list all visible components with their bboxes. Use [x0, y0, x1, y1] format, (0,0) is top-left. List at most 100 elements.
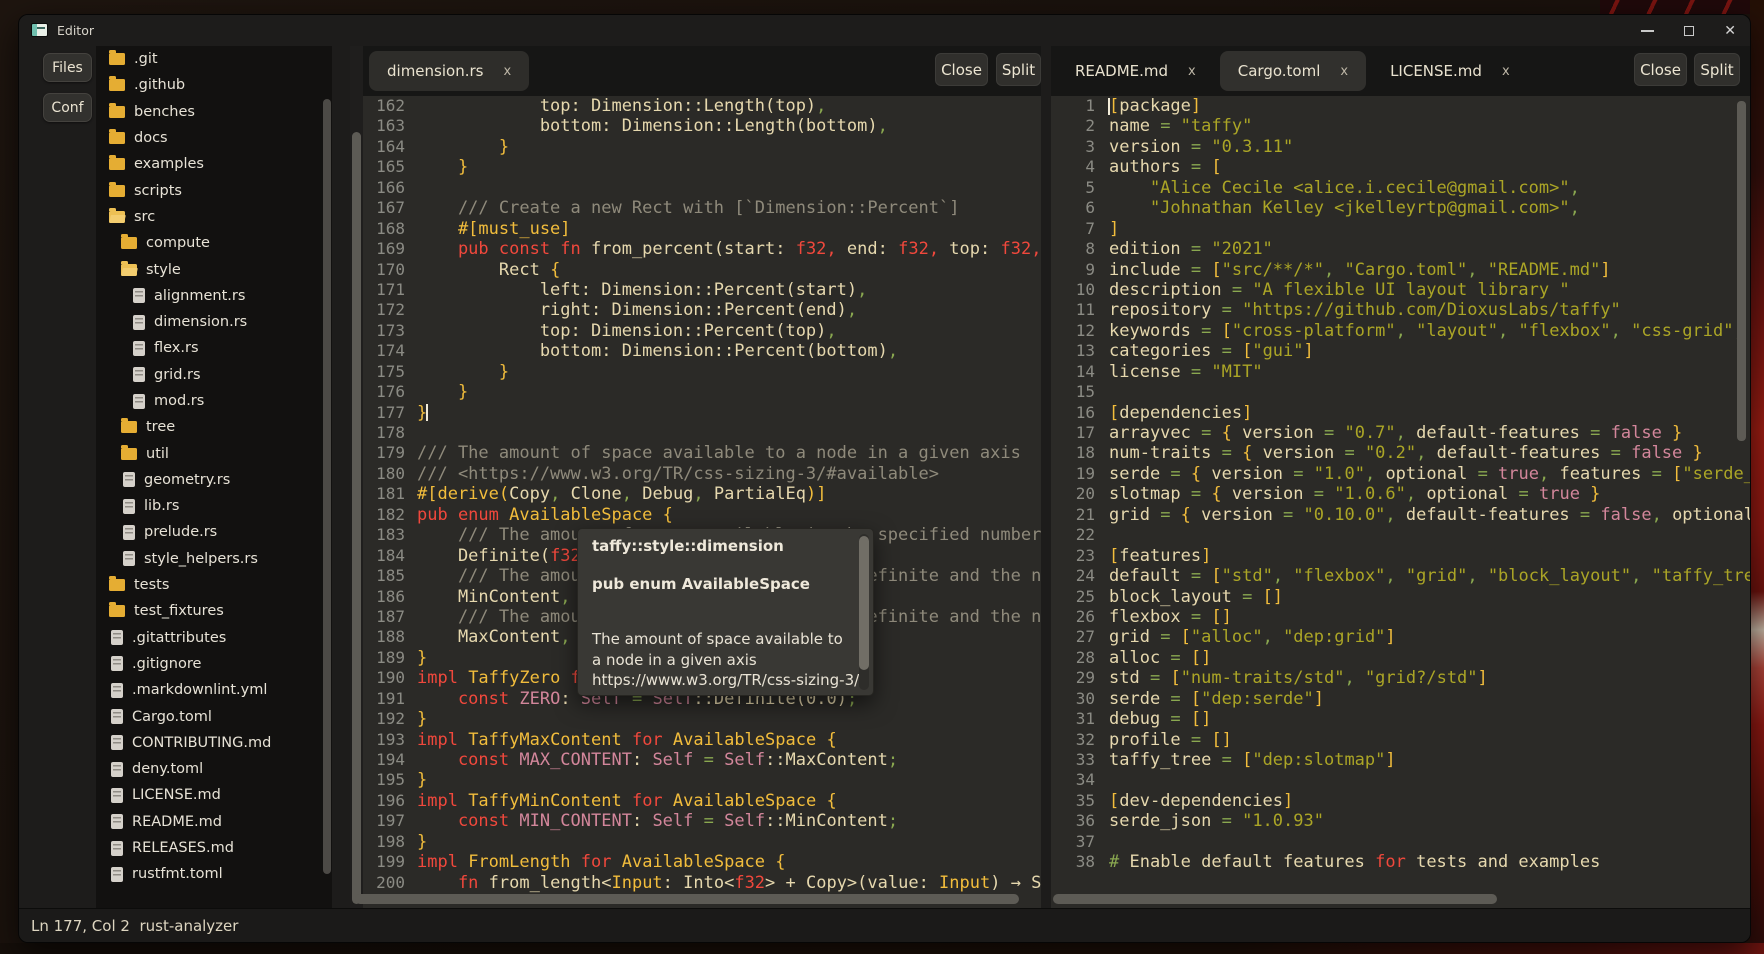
code-line[interactable]: 178	[363, 423, 1041, 443]
tree-item-readme-md[interactable]: README.md	[96, 809, 332, 835]
code-line[interactable]: 37	[1051, 832, 1751, 852]
tree-item-docs[interactable]: docs	[96, 125, 332, 151]
code-line[interactable]: 6 "Johnathan Kelley <jkelleyrtp@gmail.co…	[1051, 198, 1751, 218]
code-line[interactable]: 167 /// Create a new Rect with [`Dimensi…	[363, 198, 1041, 218]
code-line[interactable]: 12keywords = ["cross-platform", "layout"…	[1051, 321, 1751, 341]
code-line[interactable]: 32profile = []	[1051, 730, 1751, 750]
code-line[interactable]: 200 fn from_length<Input: Into<f32> + Co…	[363, 873, 1041, 893]
right-pane-split-button[interactable]: Split	[1694, 53, 1740, 86]
code-line[interactable]: 27grid = ["alloc", "dep:grid"]	[1051, 627, 1751, 647]
code-line[interactable]: 164 }	[363, 137, 1041, 157]
code-line[interactable]: 175 }	[363, 362, 1041, 382]
tab-cargo-toml[interactable]: Cargo.tomlx	[1220, 51, 1366, 91]
code-line[interactable]: 14license = "MIT"	[1051, 362, 1751, 382]
tree-item-lib-rs[interactable]: lib.rs	[96, 493, 332, 519]
code-line[interactable]: 18num-traits = { version = "0.2", defaul…	[1051, 443, 1751, 463]
code-line[interactable]: 180/// <https://www.w3.org/TR/css-sizing…	[363, 464, 1041, 484]
tree-item-mod-rs[interactable]: mod.rs	[96, 388, 332, 414]
tree-item-geometry-rs[interactable]: geometry.rs	[96, 467, 332, 493]
tree-item-flex-rs[interactable]: flex.rs	[96, 335, 332, 361]
left-pane-split-button[interactable]: Split	[996, 53, 1041, 86]
left-editor-scrollbar-track[interactable]	[350, 46, 363, 908]
tree-item-releases-md[interactable]: RELEASES.md	[96, 835, 332, 861]
code-line[interactable]: 31debug = []	[1051, 709, 1751, 729]
right-editor-scrollbar-thumb[interactable]	[1737, 101, 1746, 441]
tree-item-util[interactable]: util	[96, 440, 332, 466]
tree-item-license-md[interactable]: LICENSE.md	[96, 782, 332, 808]
code-line[interactable]: 165 }	[363, 157, 1041, 177]
tab-close-icon[interactable]: x	[1340, 64, 1348, 79]
code-line[interactable]: 163 bottom: Dimension::Length(bottom),	[363, 116, 1041, 136]
code-line[interactable]: 25block_layout = []	[1051, 587, 1751, 607]
popup-doc-link[interactable]: https://www.w3.org/TR/css-sizing-3/	[592, 671, 859, 689]
tree-item-dimension-rs[interactable]: dimension.rs	[96, 309, 332, 335]
maximize-button[interactable]	[1684, 26, 1694, 36]
code-line[interactable]: 194 const MAX_CONTENT: Self = Self::MaxC…	[363, 750, 1041, 770]
code-line[interactable]: 36serde_json = "1.0.93"	[1051, 811, 1751, 831]
tab-close-icon[interactable]: x	[1502, 64, 1510, 79]
code-line[interactable]: 172 right: Dimension::Percent(end),	[363, 300, 1041, 320]
left-editor-scrollbar-thumb[interactable]	[352, 132, 361, 904]
minimize-button[interactable]	[1641, 30, 1654, 32]
tree-item-tree[interactable]: tree	[96, 414, 332, 440]
code-line[interactable]: 23[features]	[1051, 546, 1751, 566]
code-line[interactable]: 169 pub const fn from_percent(start: f32…	[363, 239, 1041, 259]
tree-item-style[interactable]: style	[96, 256, 332, 282]
code-line[interactable]: 166	[363, 178, 1041, 198]
code-line[interactable]: 9include = ["src/**/*", "Cargo.toml", "R…	[1051, 260, 1751, 280]
tree-item-alignment-rs[interactable]: alignment.rs	[96, 283, 332, 309]
code-line[interactable]: 7]	[1051, 219, 1751, 239]
code-line[interactable]: 8edition = "2021"	[1051, 239, 1751, 259]
tree-item--markdownlint-yml[interactable]: .markdownlint.yml	[96, 677, 332, 703]
code-line[interactable]: 5 "Alice Cecile <alice.i.cecile@gmail.co…	[1051, 178, 1751, 198]
right-editor-hscrollbar[interactable]	[1053, 894, 1497, 904]
right-pane-close-button[interactable]: Close	[1634, 53, 1687, 86]
code-line[interactable]: 15	[1051, 382, 1751, 402]
code-line[interactable]: 19serde = { version = "1.0", optional = …	[1051, 464, 1751, 484]
code-line[interactable]: 162 top: Dimension::Length(top),	[363, 96, 1041, 116]
code-line[interactable]: 20slotmap = { version = "1.0.6", optiona…	[1051, 484, 1751, 504]
tree-item-rustfmt-toml[interactable]: rustfmt.toml	[96, 861, 332, 887]
code-line[interactable]: 17arrayvec = { version = "0.7", default-…	[1051, 423, 1751, 443]
code-line[interactable]: 173 top: Dimension::Percent(top),	[363, 321, 1041, 341]
tree-item--github[interactable]: .github	[96, 72, 332, 98]
file-tree-scrollbar[interactable]	[323, 99, 331, 874]
tree-item-test-fixtures[interactable]: test_fixtures	[96, 598, 332, 624]
code-line[interactable]: 2name = "taffy"	[1051, 116, 1751, 136]
tab-license-md[interactable]: LICENSE.mdx	[1372, 51, 1528, 91]
code-line[interactable]: 28alloc = []	[1051, 648, 1751, 668]
code-line[interactable]: 196impl TaffyMinContent for AvailableSpa…	[363, 791, 1041, 811]
code-line[interactable]: 174 bottom: Dimension::Percent(bottom),	[363, 341, 1041, 361]
tree-item--git[interactable]: .git	[96, 46, 332, 72]
code-line[interactable]: 170 Rect {	[363, 260, 1041, 280]
code-line[interactable]: 176 }	[363, 382, 1041, 402]
left-pane-close-button[interactable]: Close	[935, 53, 988, 86]
right-code-editor[interactable]: 1[package]2name = "taffy"3version = "0.3…	[1051, 96, 1751, 908]
code-line[interactable]: 1[package]	[1051, 96, 1751, 116]
code-line[interactable]: 177}	[363, 403, 1041, 423]
code-line[interactable]: 197 const MIN_CONTENT: Self = Self::MinC…	[363, 811, 1041, 831]
code-line[interactable]: 13categories = ["gui"]	[1051, 341, 1751, 361]
code-line[interactable]: 35[dev-dependencies]	[1051, 791, 1751, 811]
code-line[interactable]: 4authors = [	[1051, 157, 1751, 177]
tab-readme-md[interactable]: README.mdx	[1057, 51, 1214, 91]
close-window-button[interactable]: ✕	[1724, 24, 1736, 38]
tab-dimension-rs[interactable]: dimension.rs x	[369, 51, 529, 91]
code-line[interactable]: 38# Enable default features for tests an…	[1051, 852, 1751, 872]
left-code-editor[interactable]: 162 top: Dimension::Length(top),163 bott…	[363, 96, 1041, 908]
code-line[interactable]: 168 #[must_use]	[363, 219, 1041, 239]
tree-item--gitignore[interactable]: .gitignore	[96, 651, 332, 677]
tree-item-tests[interactable]: tests	[96, 572, 332, 598]
left-editor-hscrollbar[interactable]	[355, 894, 1019, 904]
code-line[interactable]: 21grid = { version = "0.10.0", default-f…	[1051, 505, 1751, 525]
code-line[interactable]: 34	[1051, 770, 1751, 790]
code-line[interactable]: 199impl FromLength for AvailableSpace {	[363, 852, 1041, 872]
code-line[interactable]: 179/// The amount of space available to …	[363, 443, 1041, 463]
tree-item-cargo-toml[interactable]: Cargo.toml	[96, 703, 332, 729]
code-line[interactable]: 33taffy_tree = ["dep:slotmap"]	[1051, 750, 1751, 770]
tree-item-prelude-rs[interactable]: prelude.rs	[96, 519, 332, 545]
tab-close-icon[interactable]: x	[503, 64, 511, 79]
tree-item-grid-rs[interactable]: grid.rs	[96, 362, 332, 388]
tree-item-src[interactable]: src	[96, 204, 332, 230]
title-bar[interactable]: Editor ✕	[19, 15, 1750, 46]
